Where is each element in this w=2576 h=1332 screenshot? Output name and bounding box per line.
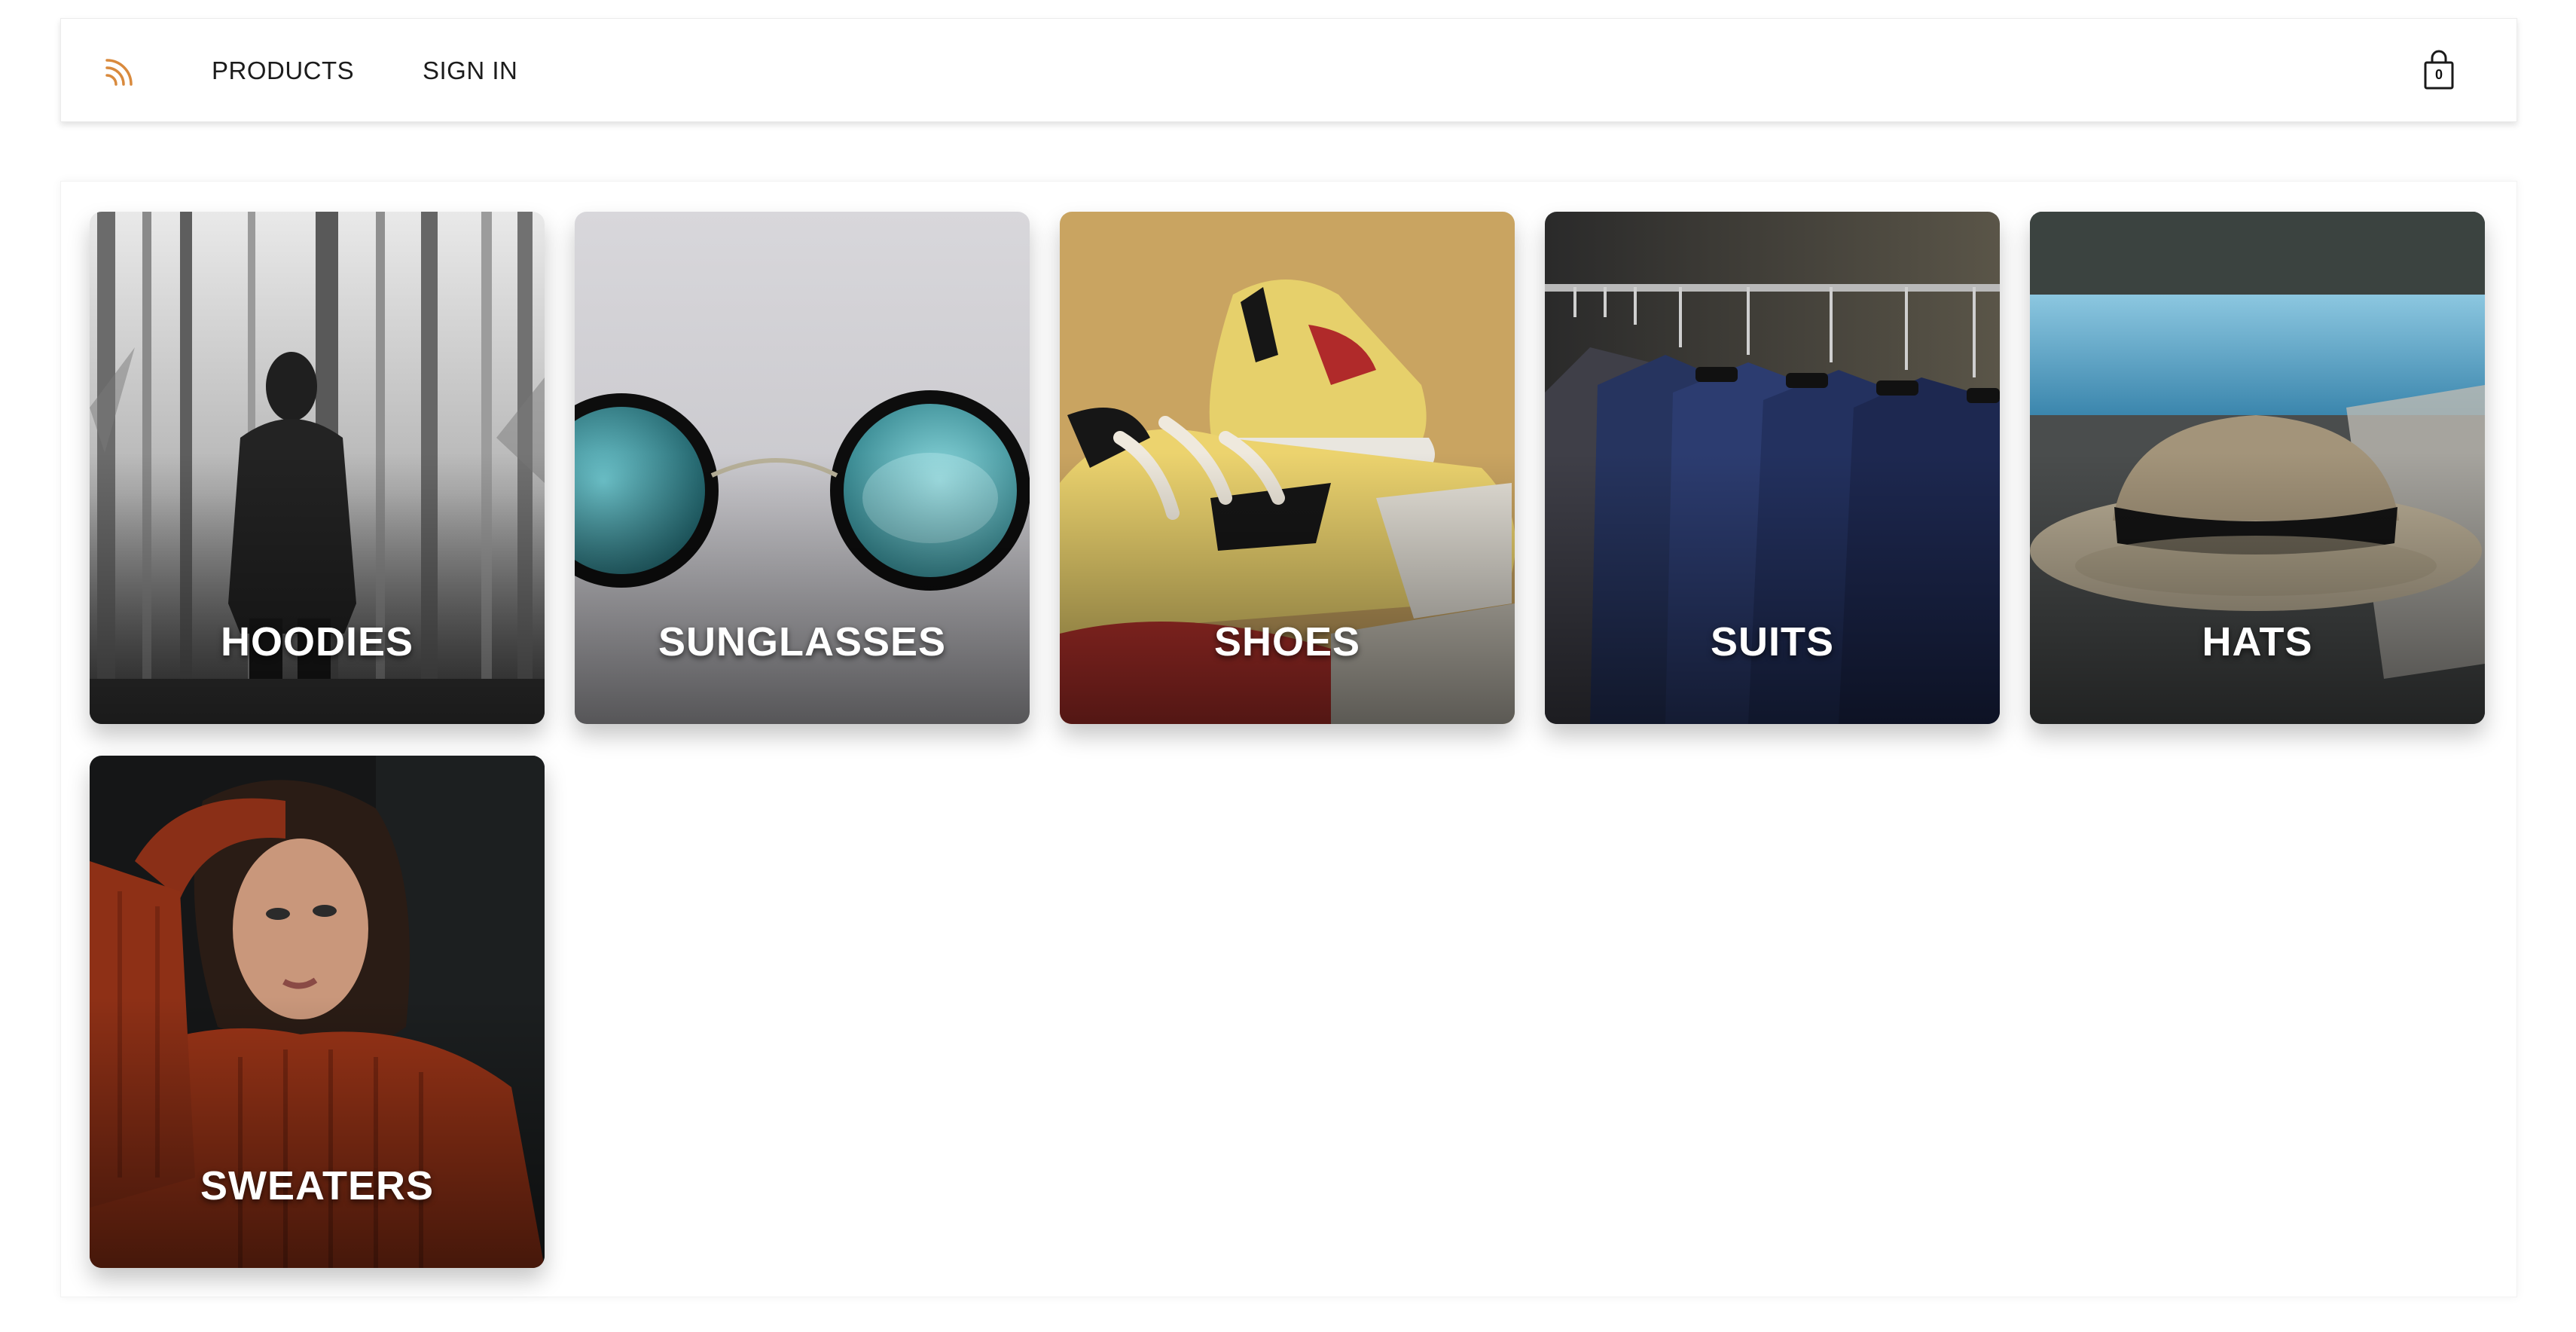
category-card-hoodies[interactable]: HOODIES <box>90 212 545 724</box>
category-card-sweaters[interactable]: SWEATERS <box>90 756 545 1268</box>
cart-item-count: 0 <box>2434 67 2443 82</box>
rss-icon[interactable] <box>102 52 139 90</box>
nav-products-link[interactable]: PRODUCTS <box>212 19 354 123</box>
category-grid: HOODIES SUNGLASSES SHOES SUITS HATS SWEA… <box>90 212 2485 1268</box>
category-card-sunglasses[interactable]: SUNGLASSES <box>575 212 1030 724</box>
category-card-suits[interactable]: SUITS <box>1545 212 2000 724</box>
top-navigation-bar: PRODUCTS SIGN IN 0 <box>60 18 2517 122</box>
category-label: SWEATERS <box>200 1163 434 1208</box>
cart-button[interactable]: 0 <box>2417 49 2461 93</box>
category-label: SHOES <box>1213 619 1361 664</box>
category-label: SUNGLASSES <box>658 619 947 664</box>
nav-sign-in-link[interactable]: SIGN IN <box>423 19 517 123</box>
category-label: HATS <box>2202 619 2313 664</box>
category-directory: HOODIES SUNGLASSES SHOES SUITS HATS SWEA… <box>60 181 2517 1297</box>
category-label: HOODIES <box>220 619 414 664</box>
category-label: SUITS <box>1710 619 1835 664</box>
category-card-shoes[interactable]: SHOES <box>1060 212 1515 724</box>
category-card-hats[interactable]: HATS <box>2030 212 2485 724</box>
